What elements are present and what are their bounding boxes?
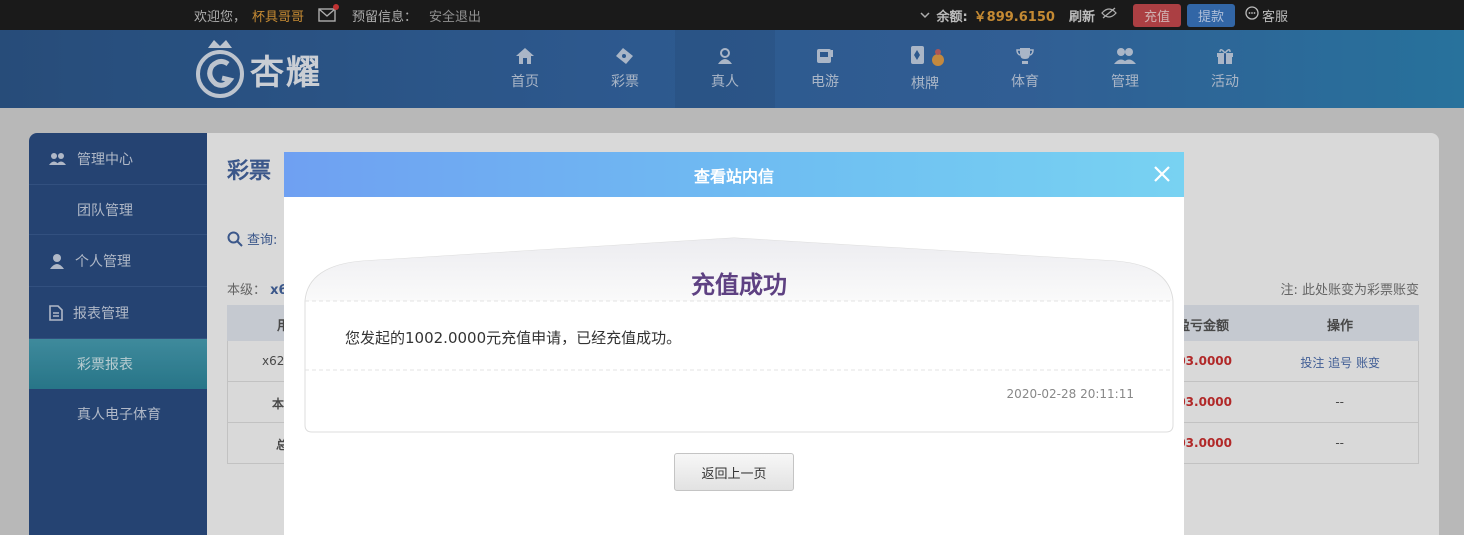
message-modal: 查看站内信 充值成功 您发起的1002.0000元充值申请，已经充值成功。 20… xyxy=(284,152,1184,535)
close-icon[interactable] xyxy=(1152,164,1172,184)
letter-message: 您发起的1002.0000元充值申请，已经充值成功。 xyxy=(345,329,682,347)
modal-title: 查看站内信 xyxy=(693,166,774,186)
back-button[interactable]: 返回上一页 xyxy=(674,453,794,491)
modal-header: 查看站内信 xyxy=(284,152,1184,197)
letter-card: 充值成功 您发起的1002.0000元充值申请，已经充值成功。 2020-02-… xyxy=(304,237,1174,433)
letter-date: 2020-02-28 20:11:11 xyxy=(1006,387,1134,401)
letter-title: 充值成功 xyxy=(691,271,787,299)
